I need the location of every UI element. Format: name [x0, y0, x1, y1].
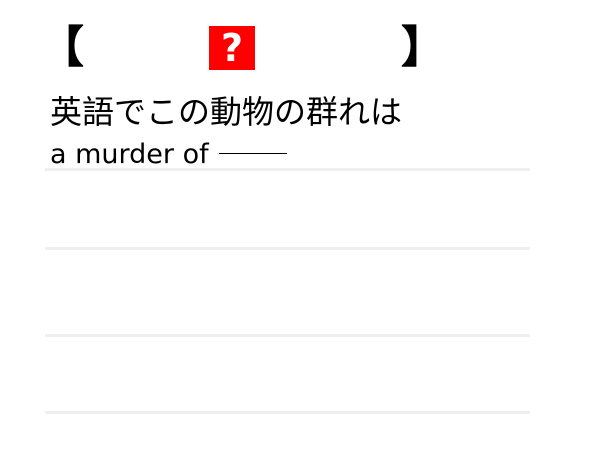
- answer-line: [45, 247, 530, 250]
- question-mark-icon: ?: [209, 26, 255, 70]
- answer-blank: [218, 153, 287, 154]
- question-title: 英語でこの動物の群れは: [50, 93, 403, 131]
- phrase-text: a murder of: [50, 139, 209, 170]
- left-bracket: 【: [40, 22, 84, 73]
- answer-line: [45, 334, 530, 337]
- right-bracket: 】: [401, 22, 445, 73]
- answer-line: [45, 411, 530, 414]
- answer-line: [45, 168, 530, 171]
- quiz-header: 【 ? 】: [40, 20, 445, 76]
